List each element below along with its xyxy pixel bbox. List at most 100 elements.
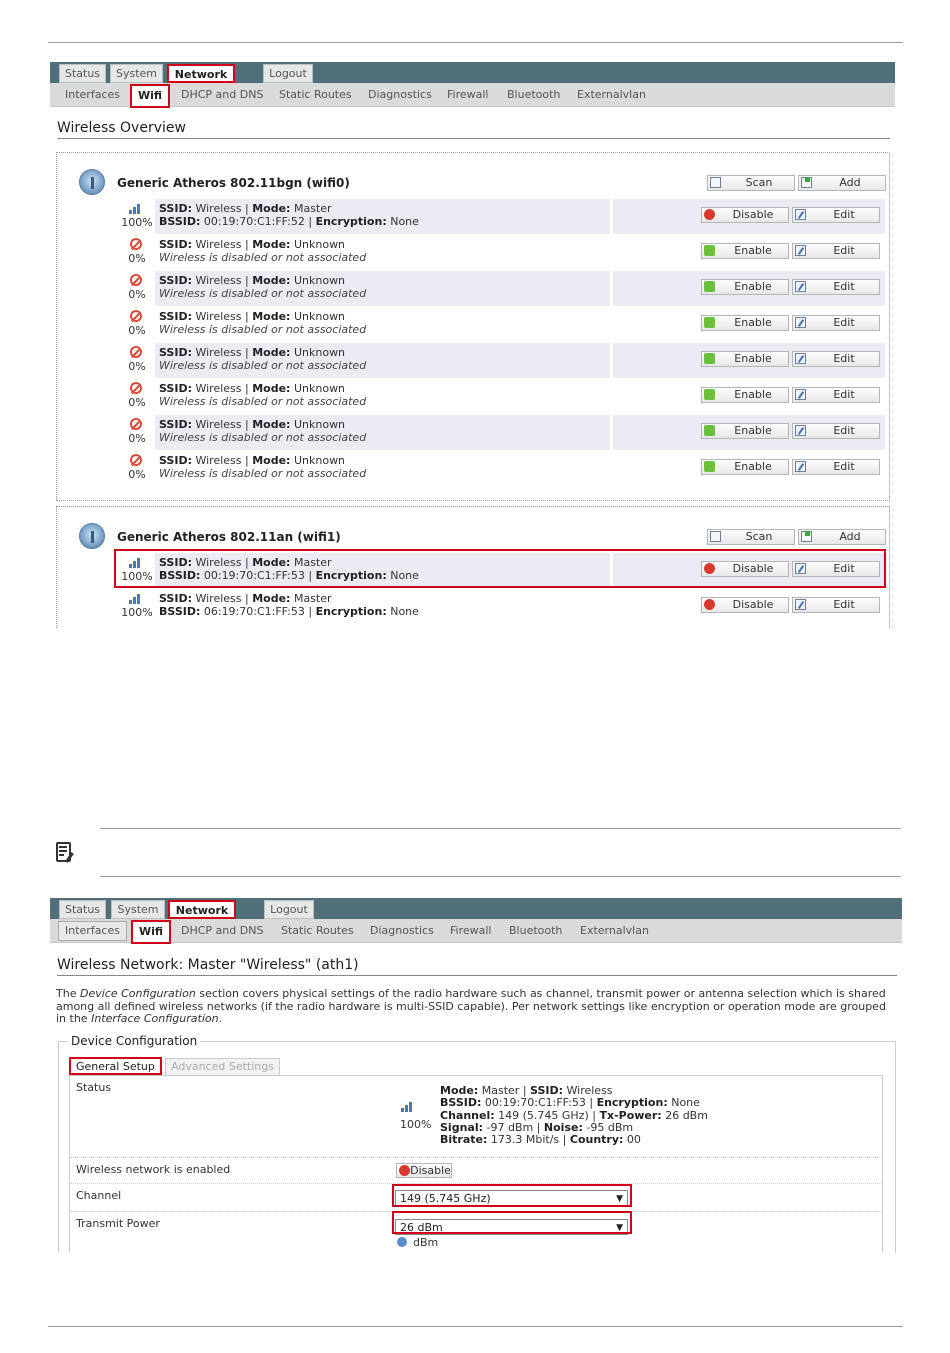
tab-network[interactable]: Network xyxy=(168,900,236,919)
network-actions-cell: Enable Edit xyxy=(613,235,885,270)
enable-button[interactable]: Enable xyxy=(701,423,789,439)
enable-button[interactable]: Enable xyxy=(701,459,789,475)
enable-button[interactable]: Enable xyxy=(701,387,789,403)
tab-logout[interactable]: Logout xyxy=(263,64,313,83)
subtab-static-routes[interactable]: Static Routes xyxy=(279,86,352,104)
disable-button[interactable]: Disable xyxy=(701,597,789,613)
network-status-note: Wireless is disabled or not associated xyxy=(159,251,367,264)
network-actions-cell: Enable Edit xyxy=(613,271,885,306)
tab-system[interactable]: System xyxy=(111,900,165,919)
wireless-overview-screenshot: Status System Network Logout Interfaces … xyxy=(50,62,895,628)
edit-button[interactable]: Edit xyxy=(792,459,880,475)
network-actions-cell: Enable Edit xyxy=(613,343,885,378)
subtab-externalvlan[interactable]: Externalvlan xyxy=(580,922,649,940)
enable-button[interactable]: Enable xyxy=(701,315,789,331)
tab-status[interactable]: Status xyxy=(59,900,106,919)
page-title: Wireless Overview xyxy=(57,120,186,136)
edit-button[interactable]: Edit xyxy=(792,423,880,439)
status-label: Status xyxy=(76,1081,112,1094)
enable-icon xyxy=(704,281,715,292)
signal-cell: 0% xyxy=(117,415,155,450)
subtab-wifi[interactable]: Wifi xyxy=(131,920,172,944)
subtab-firewall[interactable]: Firewall xyxy=(447,86,488,104)
edit-button[interactable]: Edit xyxy=(792,387,880,403)
enable-icon xyxy=(704,461,715,472)
title-rule xyxy=(57,138,890,139)
edit-icon xyxy=(795,425,806,436)
network-ssid-line: SSID: Wireless | Mode: Unknown xyxy=(159,418,346,431)
edit-button[interactable]: Edit xyxy=(792,207,880,223)
subtab-firewall[interactable]: Firewall xyxy=(450,922,491,940)
scan-button[interactable]: Scan xyxy=(707,529,795,545)
signal-percent: 0% xyxy=(128,324,146,337)
network-info-cell: SSID: Wireless | Mode: Unknown Wireless i… xyxy=(155,271,610,306)
tab-general-setup[interactable]: General Setup xyxy=(69,1057,162,1075)
enable-button[interactable]: Enable xyxy=(701,351,789,367)
disable-button[interactable]: Disable xyxy=(396,1163,452,1178)
network-info-cell: SSID: Wireless | Mode: Unknown Wireless i… xyxy=(155,307,610,342)
network-ssid-line: SSID: Wireless | Mode: Unknown xyxy=(159,454,346,467)
subtab-wifi[interactable]: Wifi xyxy=(130,84,171,108)
wireless-network-screenshot: Status System Network Logout Interfaces … xyxy=(50,898,902,1253)
title-rule xyxy=(57,975,897,976)
channel-label: Channel xyxy=(76,1189,122,1202)
network-ssid-line: SSID: Wireless | Mode: Unknown xyxy=(159,346,346,359)
edit-button[interactable]: Edit xyxy=(792,315,880,331)
edit-button[interactable]: Edit xyxy=(792,279,880,295)
tab-advanced-settings[interactable]: Advanced Settings xyxy=(165,1058,280,1076)
enable-icon xyxy=(704,317,715,328)
signal-cell: 0% xyxy=(117,343,155,378)
subtab-externalvlan[interactable]: Externalvlan xyxy=(577,86,646,104)
highlight-wifi1-master xyxy=(114,549,886,588)
network-row: 0% SSID: Wireless | Mode: Unknown Wireless… xyxy=(117,379,885,414)
network-info-cell: SSID: Wireless | Mode: Unknown Wireless i… xyxy=(155,415,610,450)
edit-button[interactable]: Edit xyxy=(792,351,880,367)
network-row: 0% SSID: Wireless | Mode: Unknown Wireless… xyxy=(117,235,885,270)
signal-cell: 0% xyxy=(117,451,155,486)
signal-cell: 0% xyxy=(117,307,155,342)
add-icon xyxy=(801,531,812,542)
enable-icon xyxy=(704,245,715,256)
disable-icon xyxy=(704,209,715,220)
enable-button[interactable]: Enable xyxy=(701,279,789,295)
network-status-note: Wireless is disabled or not associated xyxy=(159,323,367,336)
network-info-cell: SSID: Wireless | Mode: Unknown Wireless i… xyxy=(155,451,610,486)
subtab-dhcp-dns[interactable]: DHCP and DNS xyxy=(181,86,263,104)
disable-icon xyxy=(704,599,715,610)
network-bssid-line: BSSID: 00:19:70:C1:FF:52 | Encryption: N… xyxy=(159,215,419,228)
subtab-interfaces[interactable]: Interfaces xyxy=(65,86,120,104)
tab-system[interactable]: System xyxy=(110,64,163,83)
edit-icon xyxy=(795,245,806,256)
signal-percent: 0% xyxy=(128,396,146,409)
subtab-interfaces[interactable]: Interfaces xyxy=(58,921,127,941)
subtab-dhcp-dns[interactable]: DHCP and DNS xyxy=(181,922,263,940)
enable-button[interactable]: Enable xyxy=(701,243,789,259)
network-info-cell: SSID: Wireless | Mode: Unknown Wireless i… xyxy=(155,343,610,378)
subtab-bluetooth[interactable]: Bluetooth xyxy=(507,86,560,104)
enable-icon xyxy=(704,389,715,400)
signal-percent: 0% xyxy=(128,360,146,373)
edit-button[interactable]: Edit xyxy=(792,243,880,259)
disable-button[interactable]: Disable xyxy=(701,207,789,223)
note-top-rule xyxy=(100,828,901,829)
scan-icon xyxy=(710,531,721,542)
network-row: 0% SSID: Wireless | Mode: Unknown Wireless… xyxy=(117,271,885,306)
subtab-static-routes[interactable]: Static Routes xyxy=(281,922,354,940)
add-button[interactable]: Add xyxy=(798,529,886,545)
edit-button[interactable]: Edit xyxy=(792,597,880,613)
add-button[interactable]: Add xyxy=(798,175,886,191)
sub-nav: Interfaces Wifi DHCP and DNS Static Rout… xyxy=(50,83,895,108)
subtab-diagnostics[interactable]: Diagnostics xyxy=(370,922,434,940)
signal-percent: 0% xyxy=(128,252,146,265)
scan-button[interactable]: Scan xyxy=(707,175,795,191)
subtab-bluetooth[interactable]: Bluetooth xyxy=(509,922,562,940)
tab-logout[interactable]: Logout xyxy=(264,900,314,919)
network-info-cell: SSID: Wireless | Mode: Master BSSID: 00:1… xyxy=(155,199,610,234)
network-info-cell: SSID: Wireless | Mode: Master BSSID: 06:1… xyxy=(155,589,610,624)
edit-icon xyxy=(795,599,806,610)
tab-network[interactable]: Network xyxy=(167,64,235,83)
network-row: 100% SSID: Wireless | Mode: Master BSSID: … xyxy=(117,199,885,234)
tab-status[interactable]: Status xyxy=(59,64,106,83)
scan-icon xyxy=(710,177,721,188)
subtab-diagnostics[interactable]: Diagnostics xyxy=(368,86,432,104)
